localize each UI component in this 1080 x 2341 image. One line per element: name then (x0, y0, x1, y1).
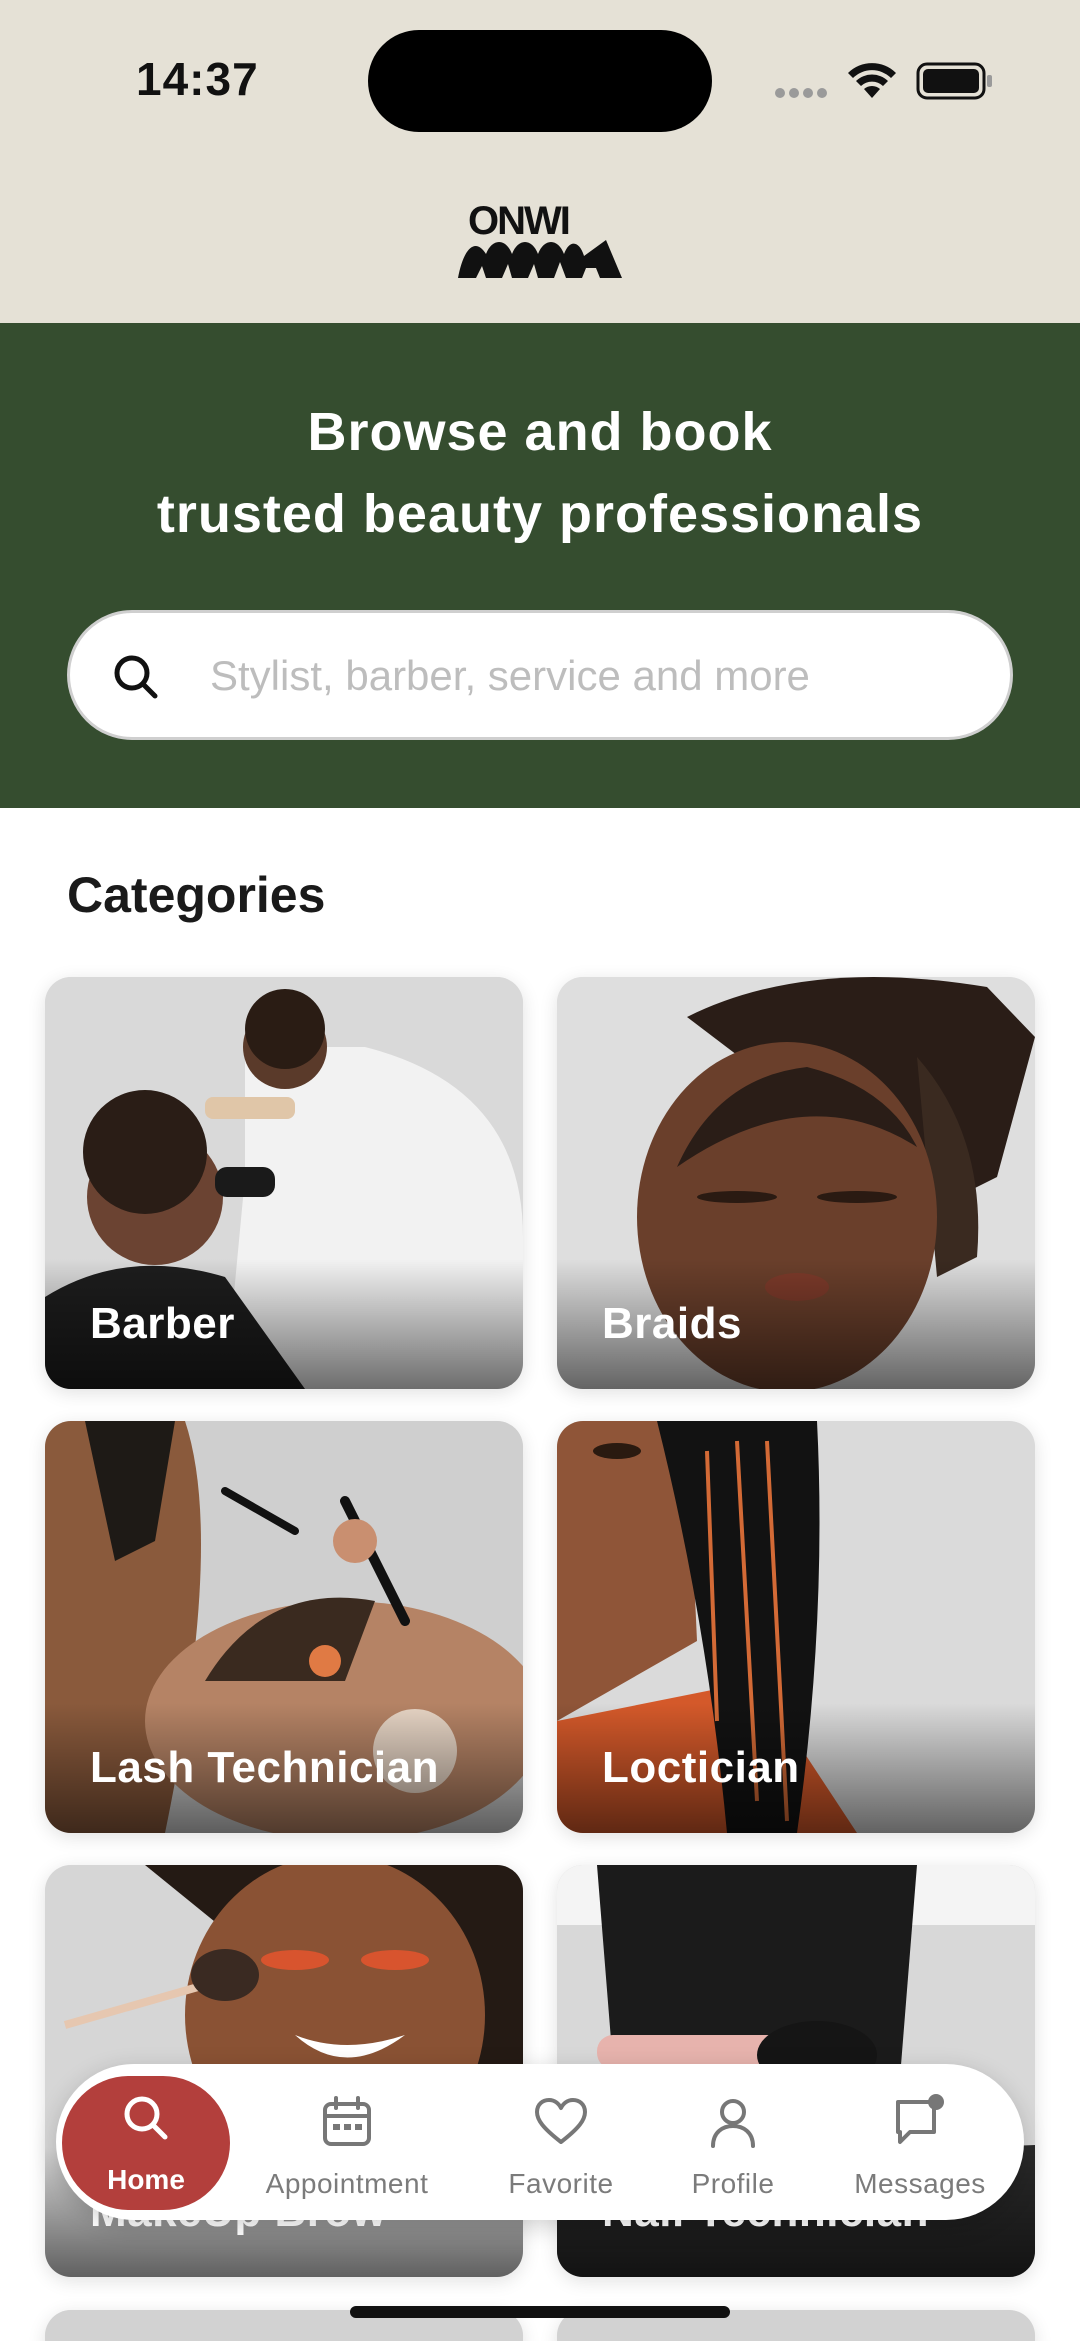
home-indicator (350, 2306, 730, 2318)
nav-appointment-label: Appointment (265, 2168, 429, 2199)
top-header: 14:37 ONWI (0, 0, 1080, 323)
heart-icon (535, 2098, 587, 2144)
svg-text:ONWI: ONWI (468, 199, 569, 243)
category-card-barber[interactable]: Barber (45, 977, 523, 1389)
search-bar[interactable] (67, 610, 1013, 740)
categories-heading: Categories (67, 867, 326, 923)
category-card-braids[interactable]: Braids (557, 977, 1035, 1389)
nav-home-label: Home (107, 2164, 185, 2195)
category-label: Loctician (602, 1743, 800, 1792)
signal-icon (775, 88, 827, 98)
search-icon (114, 655, 158, 699)
category-card-loctician[interactable]: Loctician (557, 1421, 1035, 1833)
brand-logo: ONWI (458, 199, 622, 278)
nav-favorite-label: Favorite (508, 2168, 614, 2199)
search-input[interactable] (210, 643, 970, 709)
nav-messages[interactable]: Messages (840, 2064, 1000, 2220)
nav-profile[interactable]: Profile (678, 2064, 788, 2220)
hero-title: Browse and book trusted beauty professio… (0, 391, 1080, 555)
bottom-navigation: Home Appointment Favorite Profile Messag… (56, 2064, 1024, 2220)
chat-icon (896, 2094, 944, 2144)
battery-icon (916, 62, 992, 100)
nav-favorite[interactable]: Favorite (496, 2064, 626, 2220)
hero-title-line2: trusted beauty professionals (156, 484, 924, 544)
category-label: Lash Technician (90, 1743, 439, 1792)
person-icon (711, 2099, 755, 2148)
search-icon (124, 2096, 168, 2140)
category-label: Barber (90, 1299, 235, 1348)
dynamic-island (368, 30, 712, 132)
nav-messages-label: Messages (854, 2168, 986, 2199)
category-card-lash-technician[interactable]: Lash Technician (45, 1421, 523, 1833)
status-time: 14:37 (136, 53, 259, 105)
calendar-icon (323, 2096, 371, 2146)
hero-title-line1: Browse and book (307, 402, 773, 462)
nav-home[interactable]: Home (62, 2076, 230, 2210)
unread-badge (928, 2094, 944, 2110)
status-icons (775, 62, 992, 100)
nav-appointment[interactable]: Appointment (264, 2064, 430, 2220)
wifi-icon (848, 63, 896, 98)
nav-profile-label: Profile (691, 2168, 775, 2199)
category-label: Braids (602, 1299, 742, 1348)
hero-banner: Browse and book trusted beauty professio… (0, 323, 1080, 808)
